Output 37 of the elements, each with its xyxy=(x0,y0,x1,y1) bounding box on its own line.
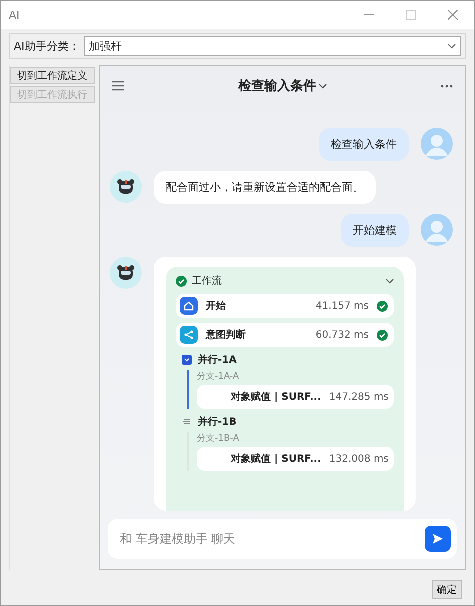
check-icon xyxy=(377,330,388,340)
close-icon[interactable] xyxy=(448,10,458,20)
check-icon xyxy=(377,300,388,312)
input-bar[interactable]: 和 车身建模助手 聊天 xyxy=(108,519,457,559)
collapse-icon[interactable] xyxy=(182,417,192,427)
share-icon xyxy=(180,326,198,344)
workflow-step[interactable]: 对象赋值 | SURF... 132.008 ms xyxy=(197,447,394,471)
branch-label: 分支-1B-A xyxy=(197,432,240,445)
message-bubble: 检查输入条件 xyxy=(319,128,409,161)
chat-input[interactable]: 和 车身建模助手 聊天 xyxy=(118,531,425,547)
send-button[interactable] xyxy=(425,526,451,552)
message-bubble: 配合面过小，请重新设置合适的配合面。 xyxy=(154,171,376,204)
workflow-step[interactable]: 开始 41.157 ms xyxy=(176,294,394,318)
robot-icon xyxy=(116,263,136,283)
chevron-down-icon[interactable] xyxy=(318,84,326,88)
mode-button[interactable]: 切到工作流定义 xyxy=(10,67,95,84)
send-icon[interactable] xyxy=(432,533,444,545)
message-bubble: 开始建模 xyxy=(341,214,409,247)
chat-title[interactable]: 检查输入条件 xyxy=(124,77,441,95)
chevron-down-icon[interactable] xyxy=(386,278,394,284)
category-label: AI助手分类： xyxy=(14,38,80,54)
category-dropdown[interactable]: 加强杆 xyxy=(84,36,461,56)
branch-label: 分支-1A-A xyxy=(197,370,240,383)
parallel-name: 并行-1B xyxy=(198,415,237,429)
window-title: AI xyxy=(9,8,21,22)
more-icon[interactable] xyxy=(441,84,453,88)
workflow-step[interactable]: 意图判断 60.732 ms xyxy=(176,323,394,347)
chevron-down-icon[interactable] xyxy=(182,355,192,365)
chevron-down-icon xyxy=(448,44,456,48)
parallel-name: 并行-1A xyxy=(198,353,237,367)
workflow-step[interactable]: 对象赋值 | SURF... 147.285 ms xyxy=(197,385,394,409)
menu-icon[interactable] xyxy=(112,81,124,91)
workflow-title: 工作流 xyxy=(192,274,223,288)
ok-button[interactable]: 确定 xyxy=(432,580,462,599)
robot-icon xyxy=(116,177,136,197)
home-icon xyxy=(180,297,198,315)
check-icon xyxy=(176,276,187,286)
